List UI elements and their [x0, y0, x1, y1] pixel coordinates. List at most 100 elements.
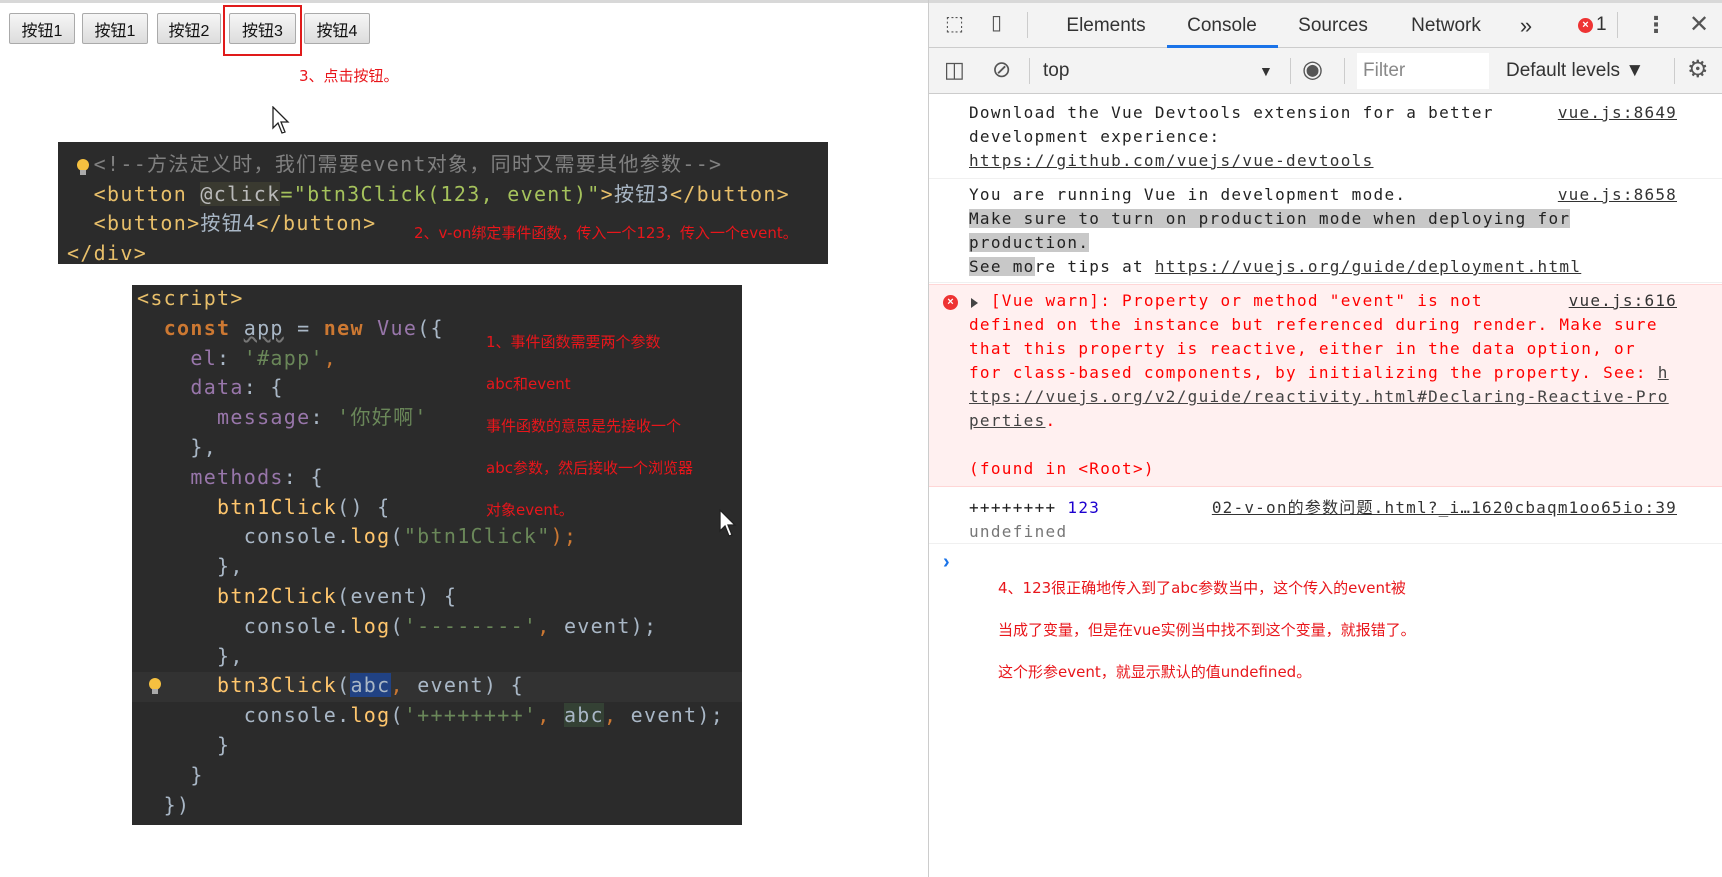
- console-text: for class-based components, by initializ…: [969, 363, 1658, 382]
- code-token: <script>: [137, 286, 244, 310]
- button-5[interactable]: 按钮4: [304, 13, 370, 44]
- code-panel-template: <!--方法定义时，我们需要event对象，同时又需要其他参数--> <butt…: [58, 142, 828, 264]
- filter-input[interactable]: Filter: [1357, 53, 1489, 89]
- code-token: (: [390, 524, 404, 549]
- button-3[interactable]: 按钮2: [157, 13, 221, 44]
- log-levels-dropdown[interactable]: Default levels ▼: [1506, 48, 1644, 94]
- console-prompt-icon[interactable]: ›: [943, 551, 950, 574]
- code-token: data: [137, 375, 244, 400]
- console-link[interactable]: perties: [969, 411, 1046, 430]
- code-token: console.: [137, 703, 351, 728]
- code-token: );: [550, 524, 578, 549]
- code-line: console.log("btn1Click");: [137, 521, 742, 551]
- console-text: Make sure to turn on production mode whe…: [969, 209, 1571, 228]
- code-token: btn1Click: [137, 494, 338, 519]
- eye-icon[interactable]: ◉: [1302, 58, 1323, 82]
- console-link[interactable]: https://github.com/vuejs/vue-devtools: [969, 151, 1374, 170]
- divider: [1029, 58, 1030, 84]
- code-token: =: [283, 315, 324, 340]
- code-token: abc: [563, 703, 604, 728]
- code-token: el: [137, 345, 218, 370]
- gear-icon[interactable]: ⚙: [1687, 58, 1709, 82]
- console-line: (found in <Root>): [969, 457, 1155, 481]
- devtools-tabbar: ⬚ ▯ Elements Console Sources Network » ×…: [929, 0, 1722, 48]
- annotation-line: 1、事件函数需要两个参数: [486, 333, 661, 351]
- code-token: (: [390, 703, 404, 728]
- annotation-line: 4、123很正确地传入到了abc参数当中，这个传入的event被: [998, 579, 1406, 597]
- code-token: </button>: [669, 181, 791, 206]
- console-line: perties.: [969, 409, 1056, 433]
- source-link[interactable]: 02-v-on的参数问题.html?_i…1620cbaqm1oo65io:39: [1212, 496, 1677, 520]
- code-token: btn2Click: [137, 584, 338, 608]
- annotation-line: abc参数，然后接收一个浏览器: [486, 459, 693, 477]
- clear-console-icon[interactable]: ⊘: [992, 58, 1011, 81]
- annotation-line: 对象event。: [486, 501, 574, 519]
- code-line: btn2Click(event) {: [137, 581, 742, 611]
- source-link[interactable]: vue.js:616: [1569, 289, 1677, 313]
- code-token: ="btn3Click(123, event)": [280, 181, 601, 206]
- code-token: '--------': [403, 613, 538, 638]
- code-token: : {: [243, 375, 284, 400]
- button-2[interactable]: 按钮1: [82, 13, 148, 44]
- console-line: development experience:: [969, 125, 1220, 149]
- console-text: 123: [1067, 498, 1101, 517]
- code-token: (: [390, 613, 404, 638]
- code-token: <button>: [67, 211, 201, 236]
- tab-sources[interactable]: Sources: [1298, 3, 1368, 48]
- code-token: ,: [323, 345, 338, 370]
- console-line: Make sure to turn on production mode whe…: [969, 207, 1571, 231]
- code-token: new: [323, 315, 378, 340]
- tab-elements[interactable]: Elements: [1066, 3, 1145, 48]
- code-line: console.log('--------', event);: [137, 611, 742, 641]
- console-line: ttps://vuejs.org/v2/guide/reactivity.htm…: [969, 385, 1669, 409]
- code-token: <button: [67, 181, 201, 206]
- divider: [1617, 12, 1618, 38]
- console-text: (found in <Root>): [969, 459, 1155, 478]
- source-link[interactable]: vue.js:8658: [1558, 183, 1677, 207]
- divider: [1290, 58, 1291, 84]
- mouse-cursor-icon: [272, 106, 290, 134]
- context-value: top: [1043, 60, 1070, 81]
- device-toolbar-icon[interactable]: ▯: [991, 13, 1002, 33]
- context-select[interactable]: top ▼: [1043, 48, 1283, 94]
- code-token: console.: [137, 613, 351, 638]
- code-line: btn1Click() {: [137, 492, 742, 522]
- annotation-line: 这个形参event，就显示默认的值undefined。: [998, 663, 1312, 681]
- console-link[interactable]: h: [1658, 363, 1669, 382]
- button-1[interactable]: 按钮1: [9, 13, 75, 44]
- console-message: Download the Vue Devtools extension for …: [929, 97, 1722, 179]
- code-token: }: [137, 733, 231, 757]
- console-line: Download the Vue Devtools extension for …: [969, 101, 1494, 125]
- code-token: methods: [137, 464, 284, 489]
- tab-network[interactable]: Network: [1411, 3, 1481, 48]
- console-line: https://github.com/vuejs/vue-devtools: [969, 149, 1374, 173]
- annotation-line: 当成了变量，但是在vue实例当中找不到这个变量，就报错了。: [998, 621, 1416, 639]
- code-token: ,: [537, 703, 564, 728]
- console-error-message: × [Vue warn]: Property or method "event"…: [929, 284, 1722, 487]
- console-link[interactable]: https://vuejs.org/guide/deployment.html: [1155, 257, 1581, 276]
- console-line: that this property is reactive, either i…: [969, 337, 1636, 361]
- console-link[interactable]: ttps://vuejs.org/v2/guide/reactivity.htm…: [969, 387, 1669, 406]
- tab-console[interactable]: Console: [1187, 3, 1257, 48]
- source-link[interactable]: vue.js:8649: [1558, 101, 1677, 125]
- more-options-icon[interactable]: ⋮: [1645, 14, 1667, 36]
- page-top-border: [0, 0, 928, 3]
- annotation-step3: 3、点击按钮。: [299, 67, 399, 85]
- inspect-element-icon[interactable]: ⬚: [945, 14, 964, 34]
- code-token: : {: [283, 464, 324, 489]
- error-count[interactable]: 1: [1596, 14, 1607, 36]
- more-tabs-button[interactable]: »: [1520, 3, 1532, 48]
- code-token: }: [137, 762, 204, 787]
- sidebar-toggle-icon[interactable]: ◫: [944, 59, 965, 81]
- console-line: undefined: [969, 520, 1067, 544]
- highlight-box: [223, 5, 302, 56]
- close-icon[interactable]: ✕: [1689, 13, 1709, 37]
- annotation-line: abc和event: [486, 375, 571, 393]
- code-token: Vue: [377, 315, 418, 340]
- console-line: See more tips at https://vuejs.org/guide…: [969, 255, 1581, 279]
- console-text: .: [1045, 411, 1057, 430]
- console-toolbar: ◫ ⊘ top ▼ ◉ Filter Default levels ▼ ⚙: [929, 48, 1722, 94]
- console-text: that this property is reactive, either i…: [969, 339, 1636, 358]
- code-token: btn3Click: [137, 673, 338, 698]
